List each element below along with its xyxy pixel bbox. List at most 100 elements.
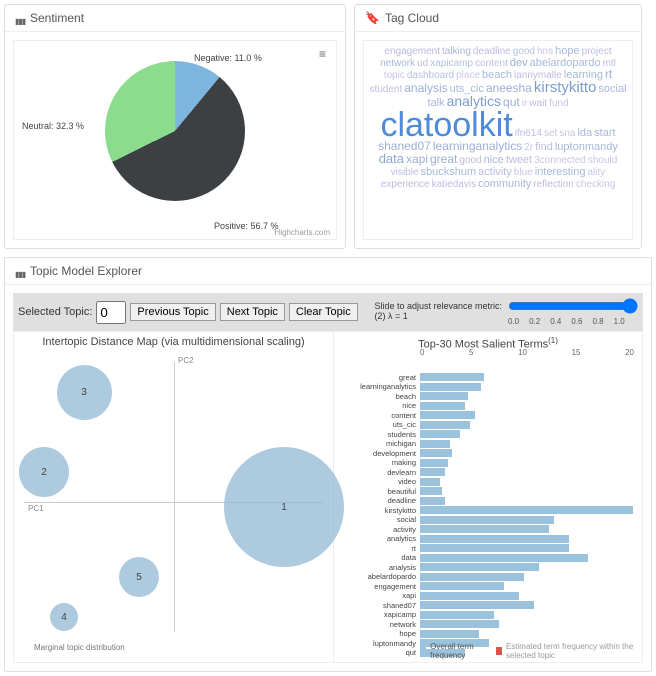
tag-word[interactable]: abelardopardo xyxy=(530,58,601,69)
term-bar[interactable] xyxy=(420,535,569,543)
term-bar[interactable] xyxy=(420,449,452,457)
term-label: great xyxy=(338,373,420,382)
tag-word[interactable]: wait xyxy=(529,99,547,109)
clear-topic-button[interactable]: Clear Topic xyxy=(289,303,358,321)
term-bar[interactable] xyxy=(420,402,465,410)
term-bar[interactable] xyxy=(420,592,519,600)
tag-word[interactable]: place xyxy=(456,71,480,81)
terms-sup: (1) xyxy=(548,336,558,345)
tag-word[interactable]: deadline xyxy=(473,47,511,57)
tag-word[interactable]: kirstykitto xyxy=(534,80,597,95)
tag-word[interactable]: checking xyxy=(576,180,615,190)
topic-bubble-3[interactable]: 3 xyxy=(57,365,112,420)
tag-word[interactable]: fund xyxy=(549,99,568,109)
tag-word[interactable]: hns xyxy=(537,47,553,57)
previous-topic-button[interactable]: Previous Topic xyxy=(130,303,215,321)
term-label: qut xyxy=(338,648,420,657)
tag-word[interactable]: sna xyxy=(559,129,575,139)
tag-word[interactable]: start xyxy=(594,128,615,139)
tag-word[interactable]: talking xyxy=(442,47,471,57)
topic-bubble-1[interactable]: 1 xyxy=(224,447,344,567)
tag-word[interactable]: find xyxy=(535,142,553,153)
selected-topic-input[interactable] xyxy=(96,301,126,324)
term-bar[interactable] xyxy=(420,392,468,400)
tag-word[interactable]: good xyxy=(513,47,535,57)
tag-word[interactable]: reflection xyxy=(533,180,574,190)
tag-word[interactable]: topic xyxy=(384,71,405,81)
tag-word[interactable]: blue xyxy=(514,168,533,178)
term-label: uts_cic xyxy=(338,420,420,429)
term-bar[interactable] xyxy=(420,468,445,476)
term-bar[interactable] xyxy=(420,525,549,533)
tag-word[interactable]: social xyxy=(598,84,626,95)
term-bar[interactable] xyxy=(420,611,494,619)
term-bar[interactable] xyxy=(420,411,475,419)
tag-word[interactable]: 3connected xyxy=(534,156,586,166)
tag-word[interactable]: good xyxy=(459,156,481,166)
term-bar[interactable] xyxy=(420,459,448,467)
tag-word[interactable]: engagement xyxy=(384,47,440,57)
term-bar[interactable] xyxy=(420,487,442,495)
tag-word[interactable]: dashboard xyxy=(407,71,454,81)
term-bar[interactable] xyxy=(420,421,470,429)
topic-bubble-5[interactable]: 5 xyxy=(119,557,159,597)
topic-bubble-2[interactable]: 2 xyxy=(19,447,69,497)
tag-word[interactable]: tweet xyxy=(506,155,532,166)
term-bar[interactable] xyxy=(420,373,484,381)
tag-word[interactable]: dev xyxy=(510,58,528,69)
tag-word[interactable]: set xyxy=(544,129,557,139)
term-bar[interactable] xyxy=(420,440,450,448)
tag-word[interactable]: 2r xyxy=(524,143,533,153)
tag-word[interactable]: great xyxy=(430,153,457,165)
next-topic-button[interactable]: Next Topic xyxy=(220,303,285,321)
highcharts-credit[interactable]: Highcharts.com xyxy=(274,228,330,237)
tag-word[interactable]: katiedavis xyxy=(432,180,476,190)
term-bar[interactable] xyxy=(420,630,479,638)
term-bar[interactable] xyxy=(420,478,440,486)
term-row: content xyxy=(338,411,638,420)
chart-menu-icon[interactable]: ≡ xyxy=(319,47,326,61)
tag-word[interactable]: analysis xyxy=(404,82,447,94)
tag-word[interactable]: learninganalytics xyxy=(433,140,522,152)
tag-word[interactable]: visible xyxy=(391,168,419,178)
term-bar[interactable] xyxy=(420,430,460,438)
tag-word[interactable]: ir xyxy=(522,99,528,109)
tag-word[interactable]: project xyxy=(582,47,612,57)
term-bar[interactable] xyxy=(420,383,481,391)
tag-word[interactable]: ifn614 xyxy=(515,129,542,139)
term-bar[interactable] xyxy=(420,497,445,505)
tag-word[interactable]: xapi xyxy=(406,153,428,165)
tag-word[interactable]: beach xyxy=(482,70,512,81)
term-bar[interactable] xyxy=(420,582,504,590)
tag-word[interactable]: xapicamp xyxy=(430,59,473,69)
term-bar[interactable] xyxy=(420,516,554,524)
tag-word[interactable]: clatoolkit xyxy=(380,108,512,142)
tag-word[interactable]: ud xyxy=(417,59,428,69)
tag-word[interactable]: community xyxy=(478,179,531,190)
tag-word[interactable]: activity xyxy=(478,167,512,178)
tag-word[interactable]: network xyxy=(380,59,415,69)
tag-word[interactable]: data xyxy=(379,152,404,165)
tag-word[interactable]: sbuckshum xyxy=(421,167,477,178)
term-bar[interactable] xyxy=(420,601,534,609)
tag-word[interactable]: luptonmandy xyxy=(555,142,618,153)
tag-word[interactable]: content xyxy=(475,59,508,69)
term-bar[interactable] xyxy=(420,563,539,571)
topic-bubble-4[interactable]: 4 xyxy=(50,603,78,631)
tag-word[interactable]: student xyxy=(369,85,402,95)
term-bar[interactable] xyxy=(420,544,569,552)
term-bar[interactable] xyxy=(420,506,633,514)
term-bar[interactable] xyxy=(420,554,588,562)
term-row: devlearn xyxy=(338,468,638,477)
term-bar[interactable] xyxy=(420,620,499,628)
tag-word[interactable]: lda xyxy=(577,128,592,139)
tag-word[interactable]: should xyxy=(588,156,617,166)
tag-word[interactable]: nice xyxy=(484,155,504,166)
tag-word[interactable]: ality xyxy=(587,168,605,178)
tag-word[interactable]: rt xyxy=(605,68,612,80)
relevance-slider[interactable] xyxy=(508,298,638,314)
tag-word[interactable]: interesting xyxy=(535,167,586,178)
tag-word[interactable]: hope xyxy=(555,46,579,57)
term-bar[interactable] xyxy=(420,573,524,581)
tag-word[interactable]: experience xyxy=(381,180,430,190)
